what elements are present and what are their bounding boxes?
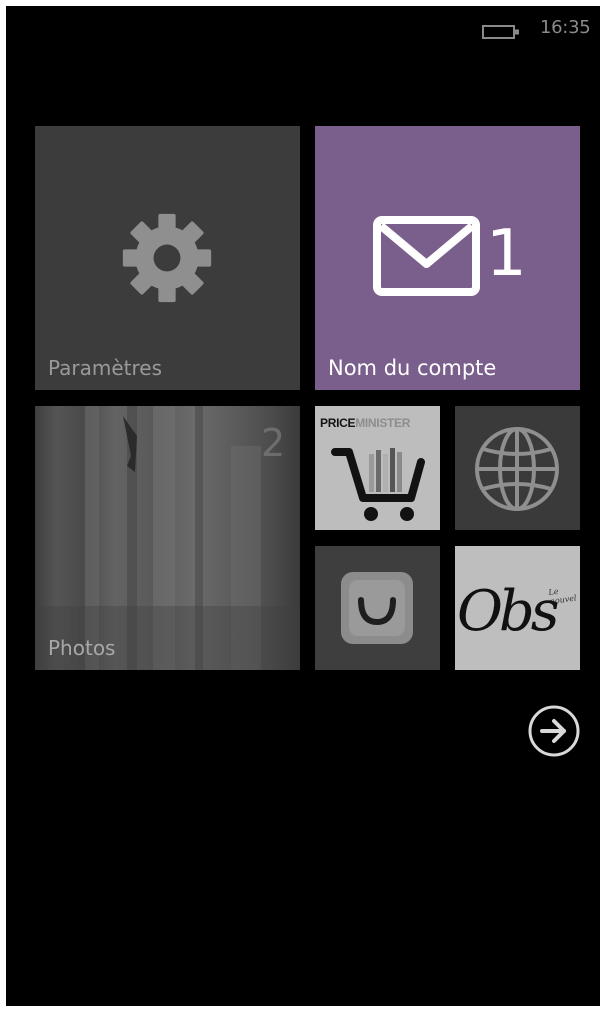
battery-icon [482,25,519,39]
mail-tile[interactable]: 1 Nom du compte [315,126,580,390]
gear-icon [122,213,212,303]
mail-tile-label: Nom du compte [328,356,497,380]
arrow-right-circle-icon[interactable] [526,703,582,759]
envelope-icon [373,216,480,296]
photo-image: 2 [35,406,300,670]
browser-tile[interactable] [455,406,580,530]
obs-logo: Obs [457,579,559,644]
settings-tile-label: Paramètres [48,356,163,380]
smile-app-tile[interactable] [315,546,440,670]
mail-count-badge: 1 [486,217,527,291]
photos-tile-label: Photos [48,636,116,660]
start-screen: 16:35 Paramètres 1 Nom du compte 2 Photo… [6,6,600,1006]
obs-tile[interactable]: Le nouvel Obs [455,546,580,670]
photos-tile[interactable]: 2 Photos [35,406,300,670]
smile-icon [341,572,413,644]
svg-text:2: 2 [261,421,285,465]
globe-icon [475,427,559,511]
priceminister-tile[interactable]: PRICEMINISTER [315,406,440,530]
cart-icon [331,448,425,521]
clock: 16:35 [540,17,591,38]
settings-tile[interactable]: Paramètres [35,126,300,390]
status-bar: 16:35 [6,6,600,50]
priceminister-logo: PRICEMINISTER [320,416,411,430]
